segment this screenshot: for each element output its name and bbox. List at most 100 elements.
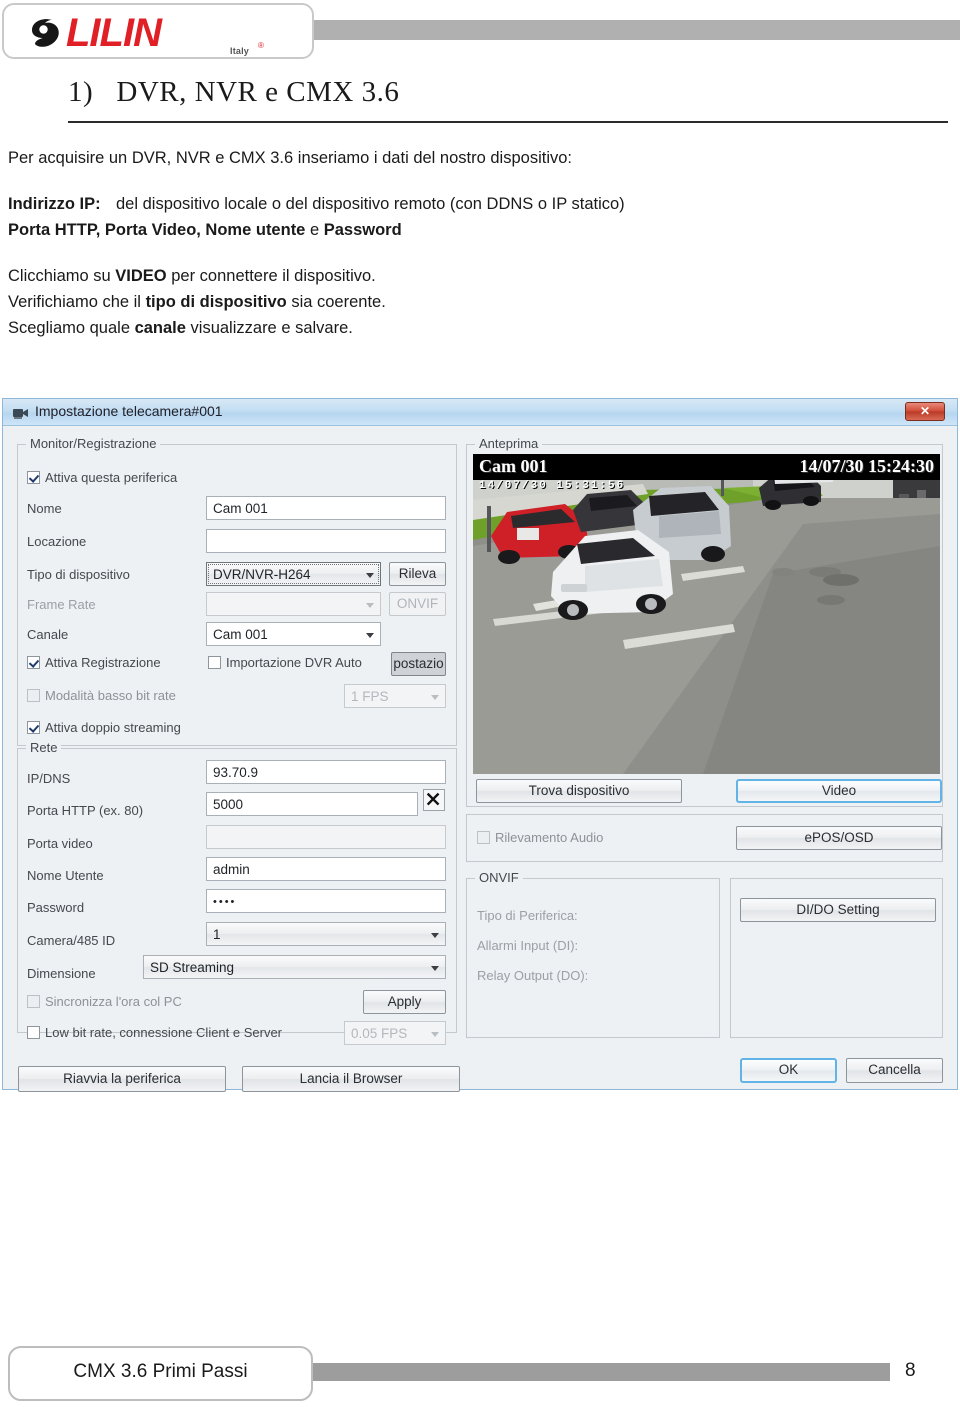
input-nome-utente[interactable]: admin [206, 857, 446, 881]
checkbox-attiva-doppio-streaming[interactable]: Attiva doppio streaming [27, 720, 181, 735]
postazione-button[interactable]: postazio [391, 652, 446, 676]
checkbox-box [27, 689, 40, 702]
lilin-logo: LILIN ® Italy [2, 3, 314, 59]
trova-dispositivo-button[interactable]: Trova dispositivo [476, 779, 682, 803]
camera-icon [13, 409, 28, 419]
ports-conj: e [305, 221, 324, 239]
select-canale[interactable]: Cam 001 [206, 622, 381, 646]
checkbox-box [27, 721, 40, 734]
step1-post: per connettere il dispositivo. [166, 267, 376, 285]
ip-label: Indirizzo IP: [8, 195, 101, 213]
select-camera-485-id[interactable]: 1 [206, 922, 446, 946]
checkbox-box [477, 831, 490, 844]
close-icon[interactable]: ✕ [905, 402, 945, 421]
label-relay-output: Relay Output (DO): [477, 968, 589, 983]
dialog-titlebar[interactable]: Impostazione telecamera#001 ✕ [3, 399, 957, 426]
checkbox-label: Modalità basso bit rate [45, 688, 176, 703]
step1-emph: VIDEO [115, 267, 167, 285]
dialog-body: Monitor/Registrazione Attiva questa peri… [3, 426, 957, 1092]
di-do-setting-button[interactable]: DI/DO Setting [740, 898, 936, 922]
step3-pre: Scegliamo quale [8, 319, 135, 337]
label-camera-485-id: Camera/485 ID [27, 933, 116, 948]
checkbox-importazione-dvr-auto[interactable]: Importazione DVR Auto [208, 655, 362, 670]
checkbox-attiva-questa-periferica[interactable]: Attiva questa periferica [27, 470, 177, 485]
dialog-title: Impostazione telecamera#001 [35, 403, 223, 419]
chevron-down-icon [366, 573, 374, 578]
footer-label: CMX 3.6 Primi Passi [73, 1361, 248, 1382]
lancia-browser-button[interactable]: Lancia il Browser [242, 1066, 460, 1092]
select-tipo-dispositivo[interactable]: DVR/NVR-H264 [206, 562, 381, 586]
checkbox-label: Attiva questa periferica [45, 470, 178, 485]
label-nome-utente: Nome Utente [27, 868, 104, 883]
input-porta-video[interactable] [206, 825, 446, 849]
apply-button[interactable]: Apply [363, 990, 446, 1014]
osd-timestamp: 14/07/30 15:24:30 [799, 456, 935, 476]
epos-osd-button[interactable]: ePOS/OSD [736, 826, 942, 850]
label-ip-dns: IP/DNS [27, 771, 71, 786]
video-preview[interactable]: Cam 001 14/07/30 15:24:30 14/07/30 15:31… [473, 454, 940, 774]
checkbox-box [27, 656, 40, 669]
label-tipo-dispositivo: Tipo di dispositivo [27, 567, 130, 582]
checkbox-label: Rilevamento Audio [495, 830, 604, 845]
footer-badge: CMX 3.6 Primi Passi [8, 1346, 313, 1401]
group-onvif-legend: ONVIF [475, 870, 523, 885]
osd-camera-name: Cam 001 [479, 456, 548, 476]
select-low-bitrate-fps-value: 0.05 FPS [351, 1026, 408, 1041]
label-porta-http: Porta HTTP (ex. 80) [27, 803, 144, 818]
input-locazione[interactable] [206, 529, 446, 553]
input-password[interactable]: •••• [206, 889, 446, 913]
label-tipo-periferica: Tipo di Periferica: [477, 908, 578, 923]
checkbox-sincronizza-ora-col-pc[interactable]: Sincronizza l'ora col PC [27, 994, 182, 1009]
logo-wordmark: LILIN [66, 11, 162, 55]
step3-emph: canale [134, 319, 186, 337]
riavvia-periferica-button[interactable]: Riavvia la periferica [18, 1066, 226, 1092]
cancella-button[interactable]: Cancella [846, 1058, 943, 1083]
step-1: Clicchiamo su VIDEO per connettere il di… [8, 263, 952, 289]
input-ip-dns[interactable]: 93.70.9 [206, 760, 446, 784]
chevron-down-icon [431, 1032, 439, 1037]
select-camera-485-id-value: 1 [213, 927, 221, 942]
label-allarmi-input: Allarmi Input (DI): [477, 938, 579, 953]
label-porta-video: Porta video [27, 836, 93, 851]
select-low-bitrate-fps[interactable]: 0.05 FPS [344, 1021, 446, 1045]
select-dimensione[interactable]: SD Streaming [143, 955, 446, 979]
checkbox-box [27, 471, 40, 484]
input-porta-http[interactable]: 5000 [206, 792, 418, 816]
page-number: 8 [905, 1360, 916, 1381]
video-frame [473, 454, 940, 774]
close-x-icon [426, 792, 440, 806]
intro-paragraph: Per acquisire un DVR, NVR e CMX 3.6 inse… [8, 149, 572, 167]
ports-bold-a: Porta HTTP, Porta Video, Nome utente [8, 221, 306, 239]
group-rete-legend: Rete [26, 740, 62, 755]
select-fps-auto[interactable]: 1 FPS [344, 684, 446, 708]
checkbox-rilevamento-audio[interactable]: Rilevamento Audio [477, 830, 603, 845]
osd-embedded-timestamp: 14/07/30 15:31:56 [479, 480, 626, 492]
label-nome: Nome [27, 501, 62, 516]
ok-button[interactable]: OK [740, 1058, 837, 1083]
page-header: LILIN ® Italy [0, 0, 960, 62]
clear-porta-http-button[interactable] [423, 789, 445, 811]
step-3: Scegliamo quale canale visualizzare e sa… [8, 315, 952, 341]
video-button[interactable]: Video [736, 779, 942, 803]
camera-settings-screenshot: Impostazione telecamera#001 ✕ Monitor/Re… [2, 398, 958, 1092]
checkbox-modalita-basso-bitrate[interactable]: Modalità basso bit rate [27, 688, 176, 703]
label-password: Password [27, 900, 85, 915]
input-nome[interactable]: Cam 001 [206, 496, 446, 520]
label-frame-rate: Frame Rate [27, 597, 96, 612]
rileva-button[interactable]: Rileva [389, 562, 446, 586]
page-title: 1) DVR, NVR e CMX 3.6 [68, 76, 668, 109]
onvif-button: ONVIF [389, 592, 446, 616]
select-frame-rate[interactable] [206, 592, 381, 616]
section-title-text: DVR, NVR e CMX 3.6 [116, 76, 400, 108]
logo-country-label: Italy [230, 46, 250, 56]
checkbox-label: Sincronizza l'ora col PC [45, 994, 182, 1009]
checkbox-attiva-registrazione[interactable]: Attiva Registrazione [27, 655, 161, 670]
title-divider [68, 121, 948, 123]
checkbox-low-bit-rate[interactable]: Low bit rate, connessione Client e Serve… [27, 1025, 282, 1040]
group-monitor-legend: Monitor/Registrazione [26, 436, 161, 451]
chevron-down-icon [431, 966, 439, 971]
osd-overlay-bar: Cam 001 14/07/30 15:24:30 [473, 454, 940, 480]
checkbox-label: Low bit rate, connessione Client e Serve… [45, 1025, 283, 1040]
